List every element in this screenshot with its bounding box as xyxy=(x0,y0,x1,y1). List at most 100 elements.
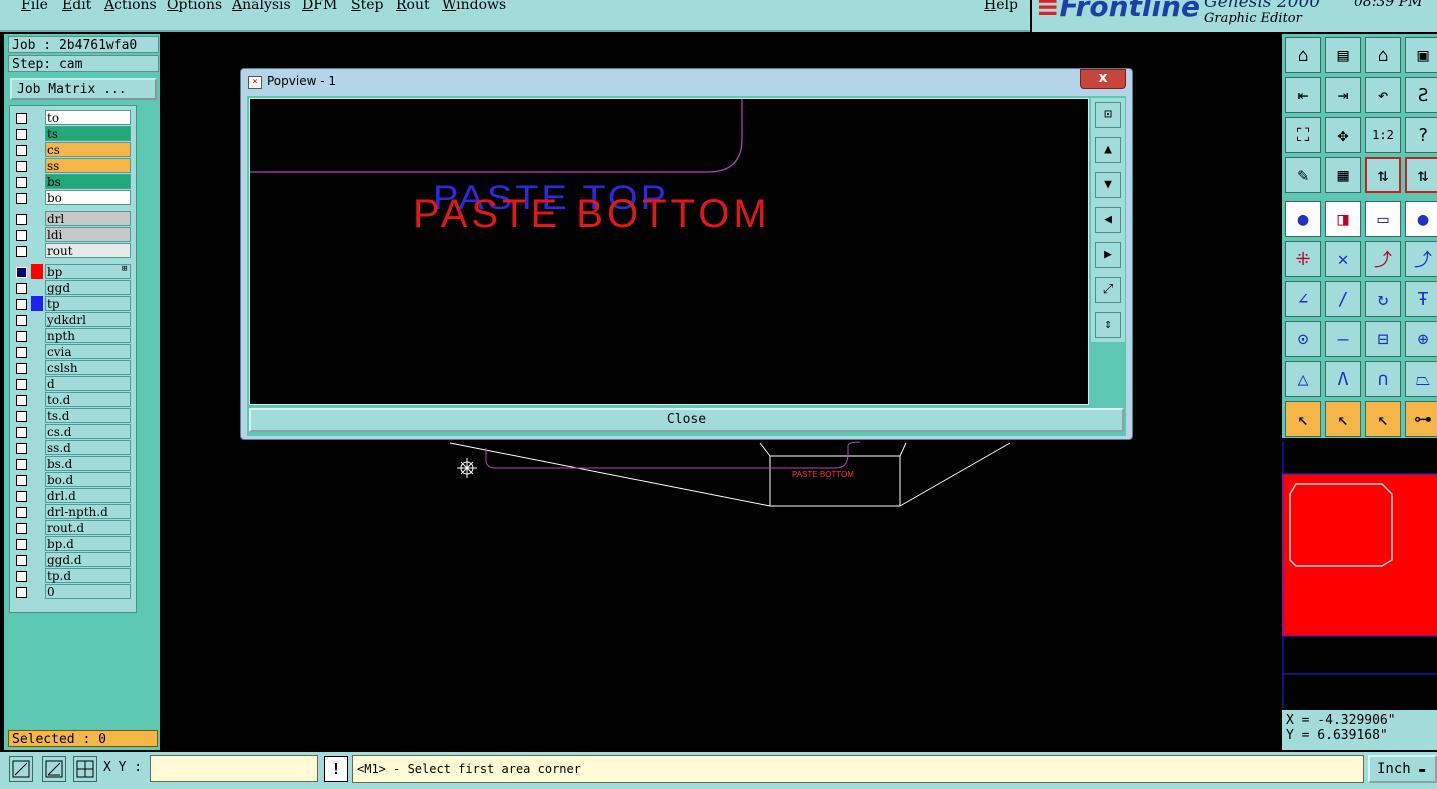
popview-close-button[interactable]: Close xyxy=(249,408,1124,432)
layer-checkbox[interactable] xyxy=(16,411,27,422)
layer-checkbox[interactable] xyxy=(16,331,27,342)
layer-checkbox[interactable] xyxy=(16,475,27,486)
layer-name[interactable]: rout xyxy=(45,243,131,258)
zoom-window-icon[interactable]: ▤ xyxy=(1325,37,1361,73)
layer-row[interactable]: cslsh xyxy=(14,360,132,375)
overview-panel[interactable] xyxy=(1282,442,1437,708)
connect-icon[interactable]: ⇅ xyxy=(1365,157,1401,193)
layer-row[interactable]: cvia xyxy=(14,344,132,359)
layer-name[interactable]: ss xyxy=(45,158,131,173)
layer-row[interactable]: ts.d xyxy=(14,408,132,423)
zoom-1-2-icon[interactable]: 1:2 xyxy=(1365,117,1401,153)
help-icon[interactable]: ? xyxy=(1405,117,1437,153)
layer-row[interactable]: npth xyxy=(14,328,132,343)
layer-name[interactable]: bp.d xyxy=(45,536,131,551)
copy-icon[interactable]: ◨ xyxy=(1325,201,1361,237)
layer-row[interactable]: ydkdrl xyxy=(14,312,132,327)
layer-row[interactable]: ss.d xyxy=(14,440,132,455)
layer-name[interactable]: rout.d xyxy=(45,520,131,535)
layer-checkbox[interactable] xyxy=(16,571,27,582)
layer-name[interactable]: drl.d xyxy=(45,488,131,503)
select-icon[interactable]: ↖ xyxy=(1285,401,1321,437)
layer-row[interactable]: tp.d xyxy=(14,568,132,583)
popview-zoom-fit-icon[interactable]: ⊡ xyxy=(1095,102,1121,128)
layer-checkbox[interactable] xyxy=(16,523,27,534)
menu-file[interactable]: File xyxy=(21,0,48,13)
layer-checkbox[interactable] xyxy=(16,491,27,502)
menu-windows[interactable]: Windows xyxy=(442,0,506,13)
layer-checkbox[interactable] xyxy=(16,427,27,438)
layer-checkbox[interactable] xyxy=(16,459,27,470)
arch-icon[interactable]: ∩ xyxy=(1365,361,1401,397)
xy-input[interactable] xyxy=(150,755,318,782)
layer-row[interactable]: ts xyxy=(14,126,132,141)
route-icon[interactable]: ⊶ xyxy=(1405,401,1437,437)
tools-icon[interactable]: ✎ xyxy=(1285,157,1321,193)
zoom-fit-icon[interactable]: ⛶ xyxy=(1285,117,1321,153)
layer-name[interactable]: bo xyxy=(45,190,131,205)
layer-name[interactable]: bo.d xyxy=(45,472,131,487)
layer-checkbox[interactable] xyxy=(16,507,27,518)
zoom-box-icon[interactable]: ▣ xyxy=(1405,37,1437,73)
layer-checkbox[interactable] xyxy=(16,246,27,257)
layer-checkbox[interactable] xyxy=(16,443,27,454)
layer-row[interactable]: tp xyxy=(14,296,132,311)
menu-rout[interactable]: Rout xyxy=(396,0,430,13)
layer-row[interactable]: rout.d xyxy=(14,520,132,535)
popview-pan-left-icon[interactable]: ◀ xyxy=(1095,207,1121,233)
grid-icon[interactable]: ▦ xyxy=(1325,157,1361,193)
layer-name[interactable]: ggd.d xyxy=(45,552,131,567)
layer-row[interactable]: drl-npth.d xyxy=(14,504,132,519)
layer-name[interactable]: ts.d xyxy=(45,408,131,423)
layer-row[interactable]: ldi xyxy=(14,227,132,242)
zoom-s-icon[interactable]: Ƨ xyxy=(1405,77,1437,113)
layer-checkbox[interactable] xyxy=(16,395,27,406)
units-selector[interactable]: Inch ▬ xyxy=(1368,755,1437,783)
arc-icon[interactable]: ⤴ xyxy=(1365,241,1401,277)
layer-row[interactable]: rout xyxy=(14,243,132,258)
layer-name[interactable]: d xyxy=(45,376,131,391)
layer-row[interactable]: bp ⊞ xyxy=(14,264,132,279)
connect-alt-icon[interactable]: ⇅ xyxy=(1405,157,1437,193)
layer-row[interactable]: ss xyxy=(14,158,132,173)
layer-name[interactable]: drl-npth.d xyxy=(45,504,131,519)
layer-name[interactable]: 0 xyxy=(45,584,131,599)
zoom-back-icon[interactable]: ↶ xyxy=(1365,77,1401,113)
layer-row[interactable]: bs xyxy=(14,174,132,189)
zoom-area-icon[interactable] xyxy=(9,756,33,782)
layer-row[interactable]: bp.d xyxy=(14,536,132,551)
menu-options[interactable]: Options xyxy=(167,0,222,13)
layer-checkbox[interactable] xyxy=(16,113,27,124)
layer-row[interactable]: drl xyxy=(14,211,132,226)
menu-analysis[interactable]: Analysis xyxy=(232,0,291,13)
peak-icon[interactable]: Λ xyxy=(1325,361,1361,397)
layer-name[interactable]: drl xyxy=(45,211,131,226)
layer-name[interactable]: cvia xyxy=(45,344,131,359)
select-box-icon[interactable]: ↖ xyxy=(1325,401,1361,437)
layer-name[interactable]: ldi xyxy=(45,227,131,242)
layer-row[interactable]: bo.d xyxy=(14,472,132,487)
layer-name[interactable]: to.d xyxy=(45,392,131,407)
popview-canvas[interactable]: PASTE TOP PASTE BOTTOM xyxy=(249,98,1089,405)
popview-zoom-out-icon[interactable]: ⇕ xyxy=(1095,312,1121,338)
menu-step[interactable]: Step xyxy=(351,0,383,13)
menu-help[interactable]: Help xyxy=(984,0,1018,13)
layer-name[interactable]: ss.d xyxy=(45,440,131,455)
pan-left-icon[interactable]: ⇤ xyxy=(1285,77,1321,113)
menu-dfm[interactable]: DFM xyxy=(302,0,337,13)
house-icon[interactable]: ⌂ xyxy=(1365,37,1401,73)
layer-checkbox[interactable] xyxy=(16,555,27,566)
layer-row[interactable]: cs.d xyxy=(14,424,132,439)
layer-name[interactable]: bs xyxy=(45,174,131,189)
layer-checkbox[interactable] xyxy=(16,230,27,241)
layer-name[interactable]: ts xyxy=(45,126,131,141)
layer-name[interactable]: cslsh xyxy=(45,360,131,375)
layer-checkbox[interactable] xyxy=(16,193,27,204)
layer-row[interactable]: ggd.d xyxy=(14,552,132,567)
slot-icon[interactable]: ⊟ xyxy=(1365,321,1401,357)
layer-name[interactable]: ggd xyxy=(45,280,131,295)
layer-checkbox[interactable] xyxy=(16,267,27,278)
menu-edit[interactable]: Edit xyxy=(62,0,91,13)
layer-name[interactable]: ydkdrl xyxy=(45,312,131,327)
layer-name[interactable]: tp.d xyxy=(45,568,131,583)
